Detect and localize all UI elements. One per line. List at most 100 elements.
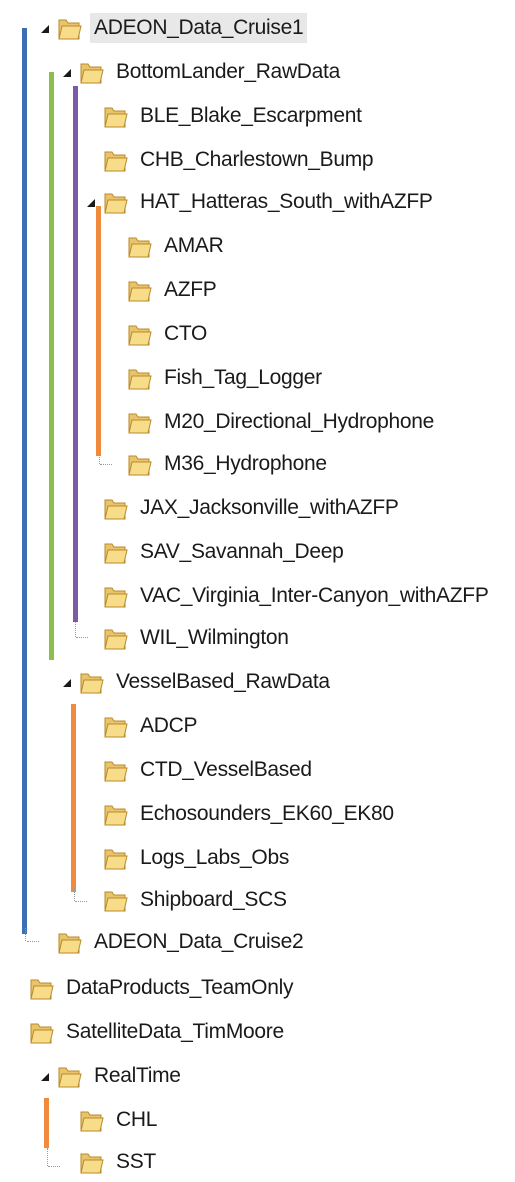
folder-icon: [126, 408, 152, 436]
tree-connector: [48, 1166, 60, 1167]
folder-icon: [78, 1148, 104, 1176]
folder-icon: [126, 276, 152, 304]
tree-item[interactable]: M20_Directional_Hydrophone: [126, 402, 438, 442]
orange-guide-line-hat: [96, 206, 101, 456]
tree-item[interactable]: DataProducts_TeamOnly: [28, 968, 297, 1008]
folder-icon: [102, 800, 128, 828]
folder-icon: [102, 102, 128, 130]
folder-tree: ADEON_Data_Cruise1 BottomLander_RawData …: [0, 0, 515, 1177]
tree-item[interactable]: BLE_Blake_Escarpment: [102, 96, 366, 136]
tree-item-label: ADEON_Data_Cruise1: [90, 13, 308, 43]
tree-item[interactable]: VAC_Virginia_Inter-Canyon_withAZFP: [102, 576, 493, 616]
folder-icon: [126, 364, 152, 392]
folder-icon: [102, 146, 128, 174]
folder-icon: [126, 320, 152, 348]
tree-item[interactable]: RealTime: [41, 1056, 185, 1096]
tree-connector: [99, 452, 100, 464]
expanded-triangle-icon[interactable]: [86, 198, 96, 208]
folder-icon: [28, 974, 54, 1002]
tree-connector: [47, 1148, 48, 1166]
orange-guide-line-vessel: [71, 704, 76, 892]
tree-item-label: Shipboard_SCS: [140, 888, 287, 911]
tree-item[interactable]: CHB_Charlestown_Bump: [102, 140, 377, 180]
tree-item-label: VesselBased_RawData: [116, 670, 330, 693]
folder-icon: [102, 756, 128, 784]
folder-icon: [102, 624, 128, 652]
tree-item[interactable]: CTO: [126, 314, 211, 354]
tree-item-label: DataProducts_TeamOnly: [66, 976, 294, 999]
folder-icon: [28, 1018, 54, 1046]
tree-item-label: Fish_Tag_Logger: [164, 366, 322, 389]
folder-icon: [78, 668, 104, 696]
tree-item-label: CTO: [164, 322, 208, 345]
expanded-triangle-icon[interactable]: [62, 68, 72, 78]
expanded-triangle-icon[interactable]: [40, 1072, 50, 1082]
tree-item-label: RealTime: [94, 1064, 181, 1087]
folder-icon: [56, 14, 82, 42]
orange-guide-line-realtime: [44, 1098, 49, 1148]
tree-connector: [25, 928, 26, 941]
tree-item-label: CHL: [116, 1108, 158, 1131]
folder-icon: [78, 1106, 104, 1134]
tree-item[interactable]: SST: [78, 1142, 160, 1182]
tree-connector: [74, 888, 75, 901]
tree-item[interactable]: ADEON_Data_Cruise2: [56, 922, 307, 962]
tree-item-label: AZFP: [164, 278, 217, 301]
folder-icon: [102, 844, 128, 872]
folder-icon: [78, 58, 104, 86]
folder-icon: [56, 1062, 82, 1090]
tree-item[interactable]: AZFP: [126, 270, 220, 310]
tree-item-label: CTD_VesselBased: [140, 758, 312, 781]
tree-item-label: BLE_Blake_Escarpment: [140, 104, 362, 127]
tree-item-label: BottomLander_RawData: [116, 60, 340, 83]
tree-item[interactable]: ADEON_Data_Cruise1: [41, 8, 308, 48]
tree-item-label: ADCP: [140, 714, 198, 737]
expanded-triangle-icon[interactable]: [62, 678, 72, 688]
tree-item-label: Echosounders_EK60_EK80: [140, 802, 394, 825]
tree-item-label: VAC_Virginia_Inter-Canyon_withAZFP: [140, 584, 489, 607]
tree-item[interactable]: BottomLander_RawData: [63, 52, 344, 92]
tree-item-label: HAT_Hatteras_South_withAZFP: [140, 190, 433, 213]
tree-item[interactable]: Fish_Tag_Logger: [126, 358, 326, 398]
tree-item-label: M36_Hydrophone: [164, 452, 327, 475]
tree-item-label: WIL_Wilmington: [140, 626, 289, 649]
tree-connector: [75, 901, 87, 902]
tree-item-label: Logs_Labs_Obs: [140, 846, 290, 869]
tree-item[interactable]: Logs_Labs_Obs: [102, 838, 293, 878]
tree-item[interactable]: CHL: [78, 1100, 161, 1140]
tree-item-label: SST: [116, 1150, 156, 1173]
tree-item-label: ADEON_Data_Cruise2: [94, 930, 304, 953]
green-guide-line: [49, 72, 54, 660]
folder-icon: [126, 232, 152, 260]
tree-item[interactable]: CTD_VesselBased: [102, 750, 316, 790]
tree-connector: [75, 622, 76, 637]
tree-item[interactable]: M36_Hydrophone: [126, 444, 331, 484]
tree-item[interactable]: Echosounders_EK60_EK80: [102, 794, 398, 834]
folder-icon: [102, 538, 128, 566]
tree-item[interactable]: AMAR: [126, 226, 227, 266]
tree-item[interactable]: Shipboard_SCS: [102, 880, 291, 920]
folder-icon: [102, 582, 128, 610]
tree-item-label: AMAR: [164, 234, 224, 257]
tree-item-label: M20_Directional_Hydrophone: [164, 410, 435, 433]
tree-item[interactable]: SatelliteData_TimMoore: [28, 1012, 288, 1052]
tree-connector: [27, 941, 39, 942]
tree-item[interactable]: JAX_Jacksonville_withAZFP: [102, 488, 403, 528]
tree-item[interactable]: VesselBased_RawData: [63, 662, 334, 702]
tree-item[interactable]: ADCP: [102, 706, 201, 746]
tree-item-label: SAV_Savannah_Deep: [140, 540, 344, 563]
tree-connector: [76, 637, 88, 638]
expanded-triangle-icon[interactable]: [40, 24, 50, 34]
folder-icon: [126, 450, 152, 478]
folder-icon: [102, 712, 128, 740]
tree-item-label: SatelliteData_TimMoore: [66, 1020, 284, 1043]
tree-item[interactable]: SAV_Savannah_Deep: [102, 532, 348, 572]
tree-item[interactable]: WIL_Wilmington: [102, 618, 293, 658]
folder-icon: [102, 494, 128, 522]
tree-connector: [100, 464, 112, 465]
folder-icon: [102, 886, 128, 914]
tree-item[interactable]: HAT_Hatteras_South_withAZFP: [87, 182, 437, 222]
tree-item-label: CHB_Charlestown_Bump: [140, 148, 374, 171]
tree-item-label: JAX_Jacksonville_withAZFP: [140, 496, 399, 519]
folder-icon: [102, 188, 128, 216]
